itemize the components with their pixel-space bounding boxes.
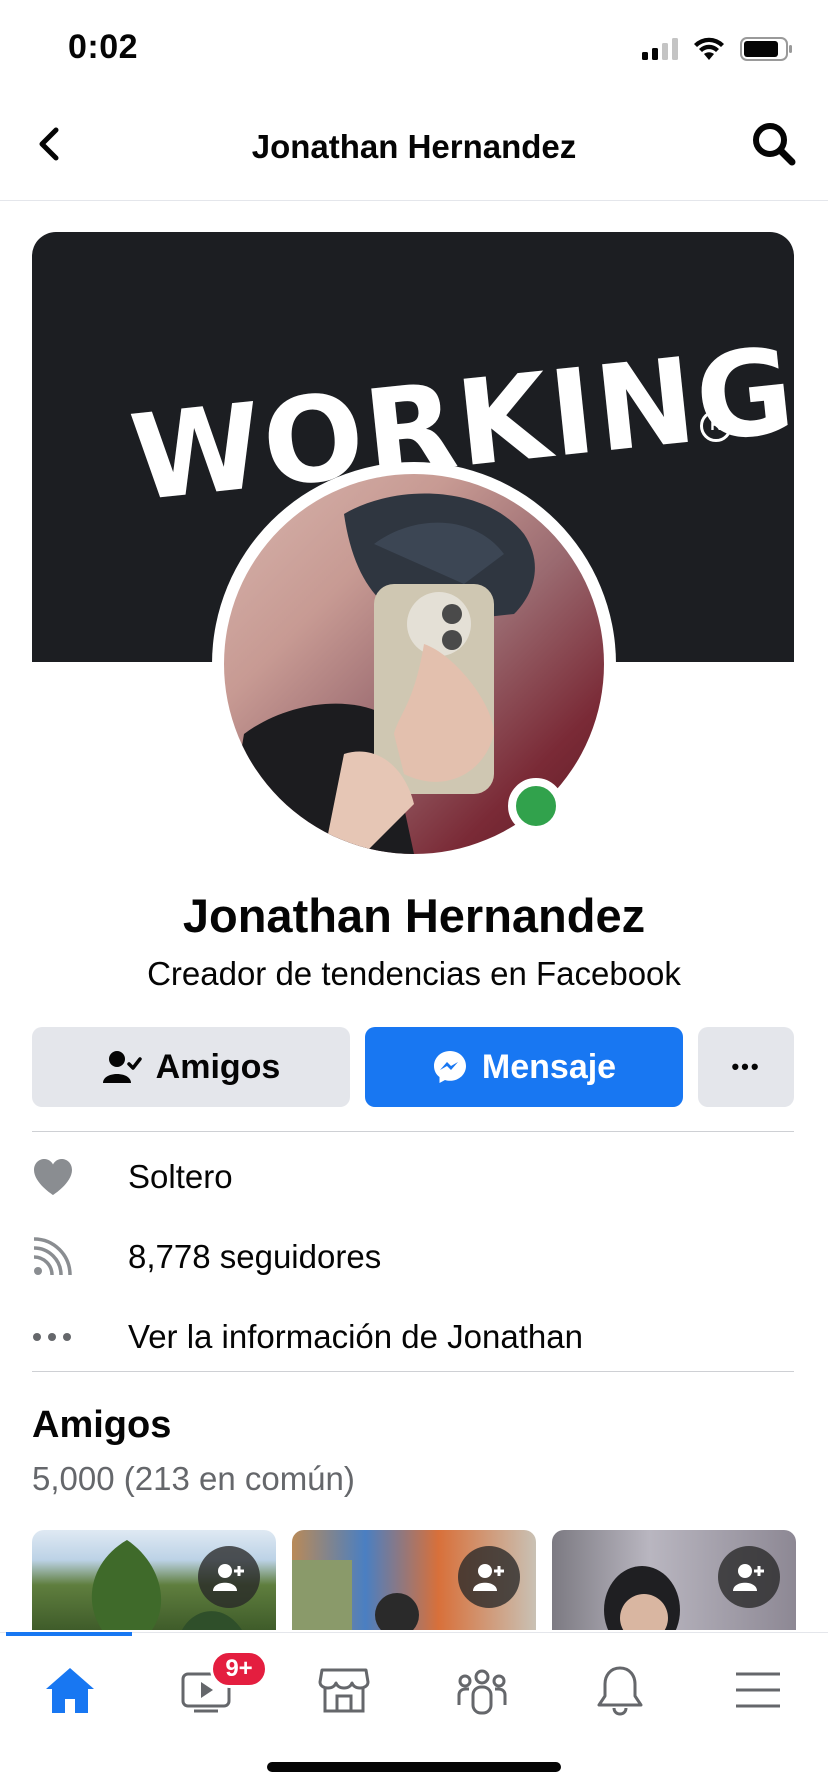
status-time: 0:02	[68, 28, 139, 66]
bell-icon	[597, 1666, 643, 1716]
info-about-link[interactable]: Ver la información de Jonathan	[32, 1307, 583, 1367]
search-button[interactable]	[750, 120, 798, 168]
friend-card[interactable]	[292, 1530, 536, 1630]
profile-subtitle: Creador de tendencias en Facebook	[147, 955, 681, 992]
friends-button-label: Amigos	[155, 1047, 281, 1086]
wifi-icon	[694, 37, 724, 60]
bottom-tab-bar	[0, 1632, 828, 1743]
more-dots-icon	[33, 1333, 71, 1341]
online-status-indicator	[508, 778, 564, 834]
friend-card[interactable]	[552, 1530, 796, 1630]
registered-mark: R	[700, 410, 732, 442]
home-indicator[interactable]	[267, 1762, 561, 1772]
profile-name: Jonathan Hernandez	[182, 889, 646, 942]
info-relationship: Soltero	[32, 1147, 233, 1207]
cellular-signal-icon	[642, 38, 678, 60]
home-icon	[46, 1668, 94, 1713]
add-friend-icon	[213, 1564, 244, 1591]
groups-icon	[457, 1669, 507, 1715]
tab-notifications[interactable]	[590, 1660, 650, 1720]
divider	[32, 1131, 794, 1132]
active-tab-indicator	[6, 1632, 132, 1636]
friend-check-icon	[102, 1051, 142, 1083]
more-options-button[interactable]: •••	[698, 1027, 794, 1107]
hamburger-menu-icon	[736, 1672, 780, 1708]
friends-section-title[interactable]: Amigos	[32, 1404, 171, 1447]
add-friend-button[interactable]	[718, 1546, 780, 1608]
divider	[32, 1371, 794, 1372]
tab-home[interactable]	[40, 1660, 100, 1720]
watch-notification-badge: 9+	[210, 1650, 268, 1688]
add-friend-icon	[473, 1564, 504, 1591]
more-dots-icon: •••	[731, 1054, 761, 1079]
status-icons	[642, 36, 794, 62]
add-friend-button[interactable]	[458, 1546, 520, 1608]
profile-header: Jonathan Hernandez	[0, 92, 828, 201]
tab-groups[interactable]	[452, 1660, 512, 1720]
battery-icon	[740, 37, 792, 61]
info-about-text: Ver la información de Jonathan	[128, 1318, 583, 1355]
info-followers: 8,778 seguidores	[32, 1227, 381, 1287]
messenger-icon	[433, 1051, 466, 1083]
marketplace-icon	[318, 1668, 370, 1713]
friend-card[interactable]	[32, 1530, 276, 1630]
info-followers-text: 8,778 seguidores	[128, 1238, 382, 1275]
heart-icon	[34, 1159, 72, 1195]
page-title: Jonathan Hernandez	[251, 128, 577, 165]
info-relationship-text: Soltero	[128, 1158, 233, 1195]
add-friend-icon	[733, 1564, 764, 1591]
friends-count: 5,000 (213 en común)	[32, 1460, 355, 1497]
tab-menu[interactable]	[728, 1660, 788, 1720]
search-icon	[753, 123, 796, 166]
message-button-label: Mensaje	[481, 1047, 617, 1086]
add-friend-button[interactable]	[198, 1546, 260, 1608]
message-button[interactable]: Mensaje	[365, 1027, 683, 1107]
tab-marketplace[interactable]	[314, 1660, 374, 1720]
friends-button[interactable]: Amigos	[32, 1027, 350, 1107]
followers-icon	[33, 1237, 72, 1276]
